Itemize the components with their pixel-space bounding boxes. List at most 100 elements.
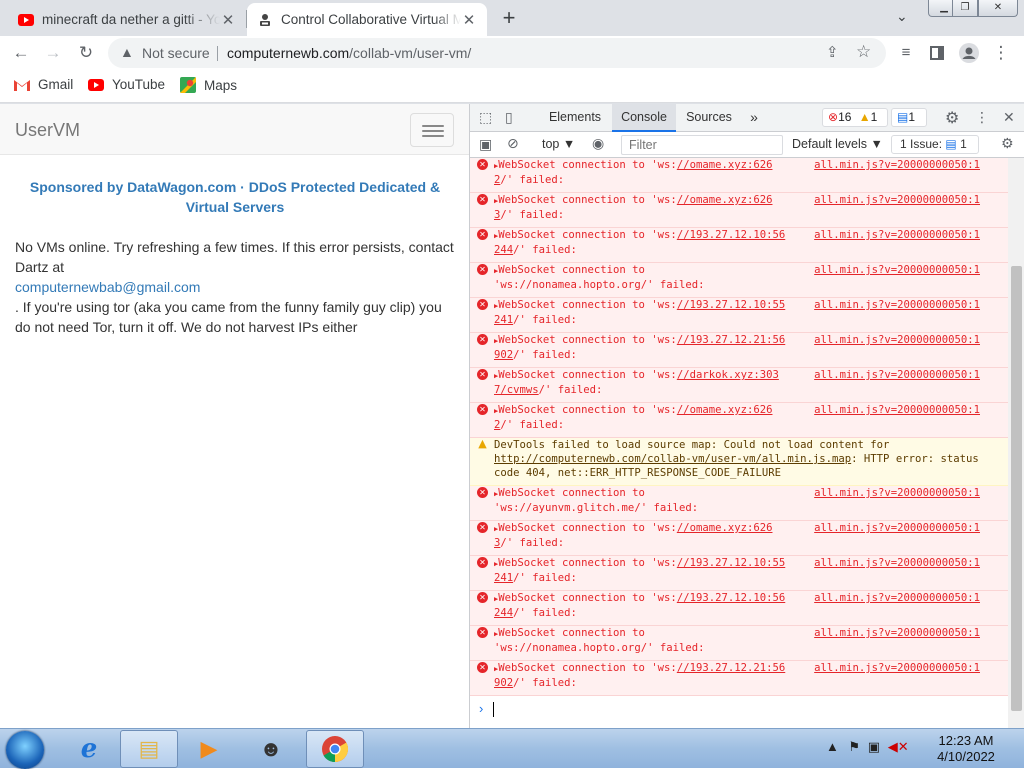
bookmark-label: Gmail <box>38 77 74 92</box>
source-link[interactable]: all.min.js?v=20000000050:1 <box>814 263 980 277</box>
console-error-row[interactable]: ✕ ▶WebSocket connection to 'ws://omame.xy… <box>470 193 1008 228</box>
console-error-row[interactable]: ✕ ▶WebSocket connection to 'ws://193.27.1… <box>470 661 1008 696</box>
tab-sources[interactable]: Sources <box>678 104 740 132</box>
address-bar[interactable]: ▲ Not secure computernewb.com/collab-vm/… <box>108 38 886 68</box>
error-warning-counter[interactable]: ⊗16 ▲1 <box>822 108 888 127</box>
menu-kebab-icon[interactable]: ⋮ <box>990 42 1012 64</box>
source-link[interactable]: all.min.js?v=20000000050:1 <box>814 158 980 172</box>
source-link[interactable]: all.min.js?v=20000000050:1 <box>814 228 980 242</box>
window-close-button[interactable]: ✕ <box>978 0 1018 17</box>
raccoon-app-icon[interactable]: ☻ <box>242 730 300 768</box>
bookmark-gmail[interactable]: Gmail <box>14 77 73 92</box>
share-icon[interactable]: ⇪ <box>826 43 839 61</box>
chrome-icon[interactable] <box>306 730 364 768</box>
side-panel-icon[interactable] <box>926 42 948 64</box>
tab-youtube[interactable]: minecraft da nether a gitti - Yo ✕ <box>8 3 246 36</box>
log-levels-dropdown[interactable]: Default levels ▼ <box>792 137 883 151</box>
tab-collabvm[interactable]: Control Collaborative Virtual M ✕ <box>247 3 487 36</box>
close-devtools-icon[interactable]: ✕ <box>1003 109 1015 126</box>
start-orb-icon[interactable] <box>6 731 44 769</box>
live-expression-eye-icon[interactable]: ◉ <box>592 135 604 152</box>
system-clock[interactable]: 12:23 AM 4/10/2022 <box>926 733 1006 765</box>
explorer-icon[interactable]: ▤ <box>120 730 178 768</box>
error-icon: ✕ <box>477 194 488 205</box>
source-link[interactable]: all.min.js?v=20000000050:1 <box>814 556 980 570</box>
media-player-icon[interactable]: ▶ <box>180 730 238 768</box>
inspect-element-icon[interactable]: ⬚ <box>479 109 492 126</box>
console-scrollbar[interactable] <box>1008 158 1024 728</box>
source-link[interactable]: all.min.js?v=20000000050:1 <box>814 333 980 347</box>
console-error-row[interactable]: ✕ ▶WebSocket connection to 'ws://193.27.1… <box>470 333 1008 368</box>
bookmark-star-icon[interactable]: ☆ <box>856 42 871 62</box>
warning-triangle-icon[interactable]: ▲ <box>120 44 134 60</box>
source-link[interactable]: all.min.js?v=20000000050:1 <box>814 298 980 312</box>
sponsor-link[interactable]: Sponsored by DataWagon.com · DDoS Protec… <box>15 177 455 217</box>
url-text[interactable]: computernewb.com/collab-vm/user-vm/ <box>227 45 471 61</box>
tab-elements[interactable]: Elements <box>540 104 610 132</box>
more-tabs-button[interactable]: » <box>745 104 763 132</box>
console-filter-input[interactable] <box>621 135 783 155</box>
source-link[interactable]: all.min.js?v=20000000050:1 <box>814 403 980 417</box>
source-link[interactable]: all.min.js?v=20000000050:1 <box>814 661 980 675</box>
volume-muted-icon[interactable]: ◀✕ <box>888 739 909 754</box>
console-error-row[interactable]: ✕ ▶WebSocket connection to 'ws://193.27.1… <box>470 591 1008 626</box>
console-warning-row[interactable]: ▲ DevTools failed to load source map: Cou… <box>470 438 1008 486</box>
security-label[interactable]: Not secure <box>142 45 210 61</box>
source-link[interactable]: all.min.js?v=20000000050:1 <box>814 368 980 382</box>
console-error-row[interactable]: ✕ ▶WebSocket connection to 'ws://darkok.x… <box>470 368 1008 403</box>
media-playlist-icon[interactable]: ≡ <box>895 42 917 64</box>
bookmark-label: Maps <box>204 77 238 93</box>
back-arrow-icon[interactable]: ← <box>10 42 32 64</box>
source-map-link[interactable]: http://computernewb.com/collab-vm/user-v… <box>494 453 851 465</box>
reload-icon[interactable]: ↻ <box>75 42 97 64</box>
console-settings-gear-icon[interactable]: ⚙ <box>1001 135 1014 152</box>
network-icon[interactable]: ▣ <box>868 739 880 754</box>
collabvm-favicon-icon <box>260 13 270 26</box>
new-tab-button[interactable]: + <box>498 5 520 31</box>
tab-search-chevron-icon[interactable]: ⌄ <box>896 8 908 25</box>
hamburger-menu-button[interactable] <box>410 113 454 147</box>
message-counter[interactable]: ▤1 <box>891 108 927 127</box>
devtools-tab-bar: ⬚ ▯ Elements Console Sources » ⊗16 ▲1 ▤1… <box>470 104 1024 132</box>
source-link[interactable]: all.min.js?v=20000000050:1 <box>814 486 980 500</box>
console-error-row[interactable]: ✕ ▶WebSocket connection to 'ws://omame.xy… <box>470 521 1008 556</box>
tab-console[interactable]: Console <box>612 104 676 132</box>
source-link[interactable]: all.min.js?v=20000000050:1 <box>814 193 980 207</box>
source-link[interactable]: all.min.js?v=20000000050:1 <box>814 626 980 640</box>
error-icon: ✕ <box>477 557 488 568</box>
forward-arrow-icon[interactable]: → <box>42 42 64 64</box>
profile-avatar-icon[interactable] <box>958 42 980 64</box>
ie-icon[interactable]: e <box>60 730 118 768</box>
devtools-menu-icon[interactable]: ⋮ <box>975 109 989 126</box>
clear-console-icon[interactable]: ⊘ <box>507 135 519 152</box>
console-error-row[interactable]: ✕ ▶WebSocket connection to 'ws://omame.xy… <box>470 403 1008 438</box>
brand-title[interactable]: UserVM <box>15 120 80 141</box>
sidebar-toggle-icon[interactable]: ▣ <box>479 136 492 153</box>
console-error-row[interactable]: ✕ ▶WebSocket connection to 'ws://193.27.1… <box>470 298 1008 333</box>
console-error-row[interactable]: ✕ ▶WebSocket connection to 'ws://193.27.1… <box>470 556 1008 591</box>
action-center-flag-icon[interactable]: ⚑ <box>849 739 861 754</box>
tab-close-icon[interactable]: ✕ <box>220 11 236 29</box>
tab-close-icon[interactable]: ✕ <box>461 11 477 29</box>
bookmark-youtube[interactable]: YouTube <box>88 77 165 92</box>
console-error-row[interactable]: ✕ ▶WebSocket connection to'ws://ayunvm.gl… <box>470 486 1008 521</box>
source-link[interactable]: all.min.js?v=20000000050:1 <box>814 591 980 605</box>
tray-expand-icon[interactable]: ▲ <box>826 739 839 754</box>
window-restore-button[interactable]: ❐ <box>952 0 978 17</box>
bookmarks-bar: Gmail YouTube Maps <box>0 70 1024 103</box>
settings-gear-icon[interactable]: ⚙ <box>945 108 959 128</box>
device-toolbar-icon[interactable]: ▯ <box>505 109 513 126</box>
source-link[interactable]: all.min.js?v=20000000050:1 <box>814 521 980 535</box>
console-error-row[interactable]: ✕ ▶WebSocket connection to'ws://nonamea.h… <box>470 263 1008 298</box>
bookmark-maps[interactable]: Maps <box>180 77 237 93</box>
contact-email-link[interactable]: computernewbab@gmail.com <box>15 277 460 297</box>
console-error-row[interactable]: ✕ ▶WebSocket connection to'ws://nonamea.h… <box>470 626 1008 661</box>
message-icon: ▤ <box>897 110 909 124</box>
console-error-row[interactable]: ✕ ▶WebSocket connection to 'ws://omame.xy… <box>470 158 1008 193</box>
context-selector[interactable]: top ▼ <box>542 137 575 151</box>
issue-icon: ▤ <box>945 137 957 151</box>
scrollbar-thumb[interactable] <box>1011 266 1022 711</box>
console-prompt[interactable]: › <box>470 698 1008 728</box>
console-error-row[interactable]: ✕ ▶WebSocket connection to 'ws://193.27.1… <box>470 228 1008 263</box>
issues-button[interactable]: 1 Issue: ▤ 1 <box>891 135 979 154</box>
